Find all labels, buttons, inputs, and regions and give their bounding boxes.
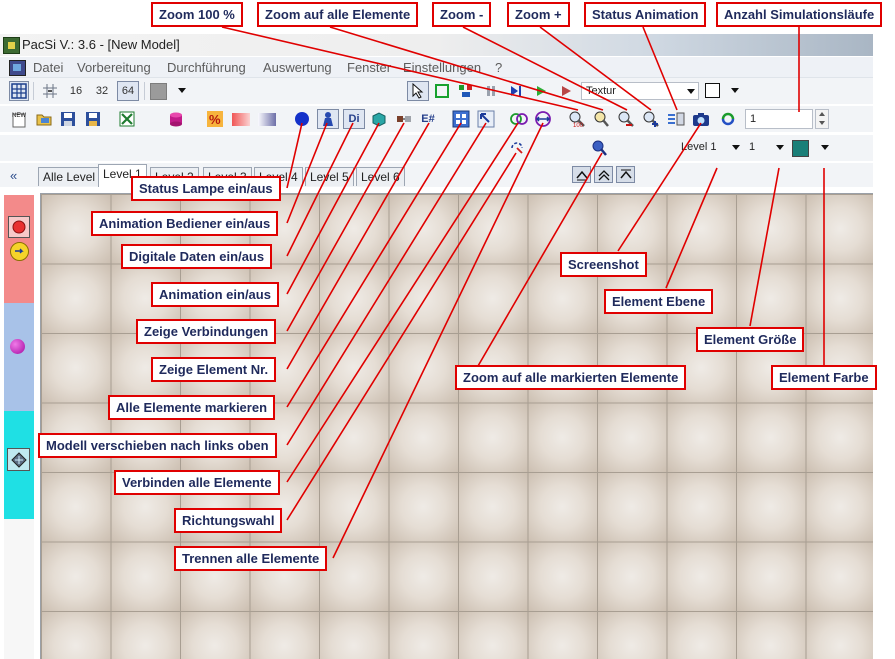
callout-leader-lines [221, 26, 825, 559]
